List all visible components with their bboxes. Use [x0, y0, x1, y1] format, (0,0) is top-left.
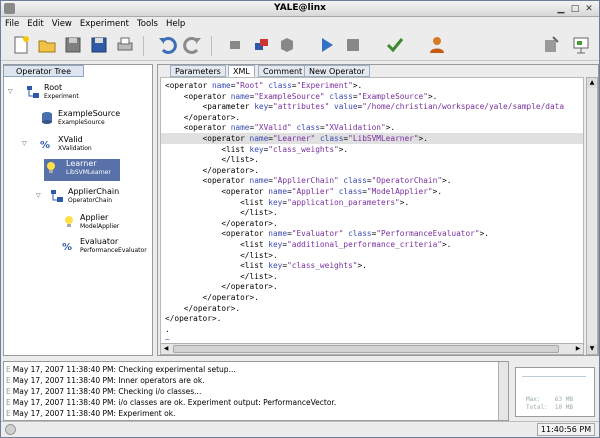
scroll-down-icon[interactable]: ▼	[587, 344, 597, 354]
save-icon[interactable]	[63, 35, 83, 55]
tab-comment[interactable]: Comment	[258, 65, 308, 77]
scroll-right-icon[interactable]: ▶	[573, 344, 583, 354]
xml-line: </list>.	[165, 250, 278, 260]
run-icon[interactable]	[317, 35, 337, 55]
user-icon[interactable]	[427, 35, 447, 55]
validate-icon[interactable]	[385, 35, 405, 55]
menu-edit[interactable]: Edit	[23, 17, 47, 31]
status-icon	[5, 424, 16, 435]
xml-line: </operator>.	[165, 165, 259, 175]
minimize-icon[interactable]: ▁	[555, 3, 567, 15]
xml-line: </operator>.	[165, 314, 222, 324]
memory-max: Max: 63 MB	[526, 396, 573, 403]
collapse-icon[interactable]: ▽	[36, 193, 42, 199]
editor-panel: Parameters XML Comment New Operator <ope…	[157, 64, 599, 356]
xml-line: <operator name="Learner" class="LibSVMLe…	[161, 133, 583, 144]
operator-chain-icon	[51, 190, 63, 202]
print-icon[interactable]	[115, 35, 135, 55]
xml-line: <operator name="Evaluator" class="Perfor…	[165, 229, 489, 239]
xml-line: </list>.	[165, 155, 259, 165]
log-line: E May 17, 2007 11:38:40 PM: Inner operato…	[6, 376, 205, 385]
scroll-thumb[interactable]	[173, 345, 559, 353]
toolbar-separator	[143, 36, 144, 56]
menu-view[interactable]: View	[48, 17, 76, 31]
xml-line: </list>.	[165, 208, 278, 218]
save-as-icon[interactable]	[89, 35, 109, 55]
xml-line: <operator name="ExampleSource" class="Ex…	[165, 91, 438, 101]
menu-experiment[interactable]: Experiment	[76, 17, 133, 31]
menu-file[interactable]: File	[1, 17, 23, 31]
collapse-icon[interactable]: ▽	[8, 89, 14, 95]
undo-icon[interactable]	[157, 35, 177, 55]
application-window: YALE@linx ▁ □ ✕ File Edit View Experiment To…	[0, 0, 600, 438]
menu-tools[interactable]: Tools	[133, 17, 162, 31]
xml-line: </operator>.	[165, 112, 241, 122]
lightbulb-icon	[47, 162, 55, 173]
title-bar: YALE@linx ▁ □ ✕	[1, 1, 599, 17]
svg-text:%: %	[62, 242, 72, 253]
new-file-icon[interactable]	[11, 35, 31, 55]
svg-text:%: %	[40, 140, 50, 151]
xml-line: </list>.	[165, 271, 278, 281]
operator-tree: ▽ Root Experiment ExampleSource ExampleS…	[8, 83, 147, 254]
message-log: E May 17, 2007 11:38:40 PM: Checking expe…	[3, 361, 509, 421]
xml-line: </operator>.	[165, 282, 278, 292]
copy-operator-icon[interactable]	[251, 35, 271, 55]
operator-tree-panel: Operator Tree ▽ Root Experiment ExampleS…	[3, 64, 153, 356]
xml-editor[interactable]: <operator name="Root" class="Experiment"…	[160, 77, 584, 355]
maximize-icon[interactable]: □	[569, 3, 581, 15]
clock: 11:40:56 PM	[537, 423, 595, 436]
xml-line: <operator name="Applier" class="ModelApp…	[165, 187, 443, 196]
vertical-scrollbar[interactable]: ▲ ▼	[586, 77, 598, 355]
lightbulb-icon	[65, 216, 73, 227]
tab-parameters[interactable]: Parameters	[170, 65, 226, 77]
database-icon	[42, 112, 52, 124]
paste-operator-icon[interactable]	[277, 35, 297, 55]
validation-icon: %	[40, 140, 50, 151]
tab-new-operator[interactable]: New Operator	[304, 65, 370, 77]
xml-line: <list key="class_weights">.	[165, 261, 367, 271]
collapse-icon[interactable]: ▽	[22, 141, 28, 147]
tree-node-learner[interactable]: Learner LibSVMLearner	[44, 159, 120, 181]
menu-help[interactable]: Help	[162, 17, 189, 31]
tab-xml[interactable]: XML	[228, 65, 255, 77]
xml-line: </operator>.	[165, 293, 259, 302]
window-title: YALE@linx	[274, 3, 326, 13]
redo-icon[interactable]	[183, 35, 203, 55]
open-folder-icon[interactable]	[37, 35, 57, 55]
menu-bar: File Edit View Experiment Tools Help	[1, 17, 599, 31]
memory-graph	[522, 376, 586, 392]
close-icon[interactable]: ✕	[583, 3, 595, 15]
scroll-left-icon[interactable]: ◀	[161, 344, 171, 354]
tutorial-icon[interactable]	[571, 35, 591, 55]
xml-line: <list key="additional_performance_criter…	[165, 240, 452, 249]
cut-operator-icon[interactable]	[225, 35, 245, 55]
xml-line: <operator name="Root" class="Experiment"…	[165, 81, 363, 90]
wizard-icon[interactable]	[541, 35, 561, 55]
xml-line: </operator>.	[165, 218, 278, 228]
log-line: E May 17, 2007 11:38:40 PM: Checking i/o …	[6, 387, 202, 396]
memory-total: Total: 10 MB	[526, 404, 573, 411]
horizontal-scrollbar[interactable]: ◀ ▶	[160, 343, 584, 355]
xml-line: <list key="class_weights">.	[165, 144, 349, 154]
xml-line: <parameter key="attributes" value="/home…	[165, 102, 565, 112]
toolbar	[1, 31, 599, 61]
status-bar: 11:40:56 PM	[1, 421, 599, 437]
xml-line: <operator name="ApplierChain" class="Ope…	[165, 176, 452, 186]
stop-icon[interactable]	[343, 35, 363, 55]
xml-line: <operator name="XValid" class="XValidati…	[165, 123, 396, 133]
toolbar-separator	[211, 36, 212, 56]
log-line: E May 17, 2007 11:38:40 PM: i/o classes a…	[6, 398, 337, 407]
evaluator-icon: %	[62, 242, 72, 253]
xml-line: </operator>.	[165, 303, 241, 313]
xml-line: .	[165, 324, 170, 334]
scroll-up-icon[interactable]: ▲	[587, 78, 597, 88]
memory-monitor: Max: 63 MB Total: 10 MB	[515, 367, 595, 417]
operator-chain-icon	[27, 86, 39, 98]
xml-line: <list key="application_parameters">.	[165, 197, 410, 207]
log-line: E May 17, 2007 11:38:40 PM: Checking expe…	[6, 365, 236, 374]
tab-operator-tree[interactable]: Operator Tree	[4, 65, 84, 77]
log-line: E May 17, 2007 11:38:40 PM: Experiment ok…	[6, 409, 176, 418]
log-scrollbar[interactable]	[498, 362, 508, 420]
